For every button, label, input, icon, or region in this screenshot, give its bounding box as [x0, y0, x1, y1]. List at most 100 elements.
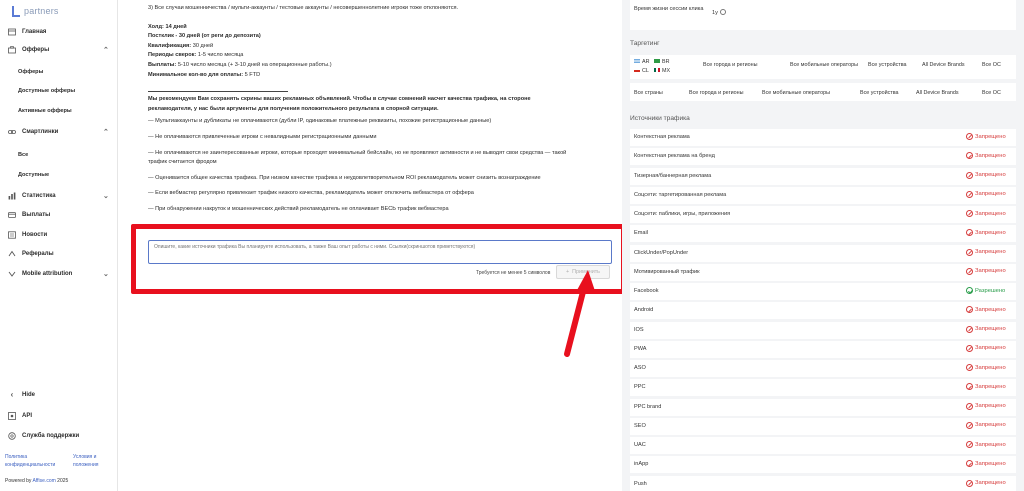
- traffic-source-row: PPC Запрещено: [630, 379, 1016, 397]
- traffic-source-row: Соцсети: таргетированная реклама Запрещен…: [630, 186, 1016, 204]
- referral-icon: [8, 250, 16, 258]
- traffic-source-name: Мотивированный трафик: [634, 268, 700, 275]
- traffic-source-status: Запрещено: [966, 402, 1006, 410]
- chevron-up-icon[interactable]: ⌃: [103, 46, 109, 54]
- traffic-source-status: Запрещено: [966, 171, 1006, 179]
- sidebar-item-label: Выплаты: [22, 212, 51, 218]
- targeting-devices: Все устройства: [868, 62, 907, 68]
- traffic-source-status: Запрещено: [966, 364, 1006, 371]
- traffic-source-status: Запрещено: [966, 190, 1006, 198]
- traffic-source-row: IOS Запрещено: [630, 321, 1016, 339]
- traffic-source-status: Запрещено: [966, 229, 1006, 237]
- forbidden-icon: [966, 479, 973, 487]
- periods-line: Периоды сверок: 1-5 число месяца: [148, 52, 244, 59]
- clock-icon: [719, 9, 726, 15]
- traffic-source-status: Запрещено: [966, 421, 1006, 429]
- hide-sidebar-button[interactable]: ‹ Hide: [0, 387, 118, 403]
- sidebar-item-mobile-attribution[interactable]: Mobile attribution ⌄: [0, 266, 118, 282]
- traffic-source-status: Запрещено: [966, 383, 1006, 391]
- traffic-source-name: Тизерная/баннерная реклама: [634, 172, 712, 179]
- logo-text: partners: [24, 6, 59, 16]
- forbidden-icon: [966, 306, 973, 314]
- traffic-source-name: Android: [634, 307, 654, 314]
- traffic-source-row: Тизерная/баннерная реклама Запрещено: [630, 167, 1016, 185]
- forbidden-icon: [966, 344, 973, 352]
- logo[interactable]: partners: [12, 4, 59, 18]
- traffic-source-status: Запрещено: [966, 306, 1006, 314]
- targeting-row: AR BR CL MX Все города и регионы Все моб…: [630, 55, 1016, 79]
- targeting-os: Все ОС: [982, 62, 1001, 68]
- traffic-source-status: Запрещено: [966, 152, 1006, 160]
- sidebar-subitem-offers[interactable]: Офферы: [0, 65, 118, 79]
- targeting-countries: Все страны: [634, 90, 663, 96]
- sidebar-item-referrals[interactable]: Рефералы: [0, 246, 118, 262]
- flag-cl-icon: [634, 68, 640, 72]
- hold-line: Холд: 14 дней: [148, 23, 187, 30]
- sidebar-item-home[interactable]: Главная: [0, 24, 118, 40]
- traffic-source-name: Facebook: [634, 288, 659, 294]
- traffic-source-name: PWA: [634, 345, 647, 352]
- sidebar-item-smartlinks[interactable]: Смартлинки ⌃: [0, 124, 118, 140]
- comment-min-length-hint: Требуется не менее 5 символов: [476, 270, 551, 276]
- traffic-source-row: PPC brand Запрещено: [630, 398, 1016, 416]
- traffic-source-status: Запрещено: [966, 133, 1006, 140]
- traffic-source-row: Мотивированный трафик Запрещено: [630, 263, 1016, 281]
- traffic-source-row: Контекстная реклама Запрещено: [630, 129, 1016, 146]
- country-mx: MX: [654, 68, 670, 74]
- rule-bullet: — При обнаружении накруток и мошенническ…: [148, 205, 449, 212]
- targeting-os: Все ОС: [982, 90, 1001, 96]
- sidebar-item-statistics[interactable]: Статистика ⌄: [0, 188, 118, 204]
- traffic-source-row: PWA Запрещено: [630, 340, 1016, 358]
- min-payout-line: Минимальное кол-во для оплаты: 5 FTD: [148, 71, 261, 78]
- traffic-source-status: Запрещено: [966, 460, 1006, 468]
- forbidden-icon: [966, 441, 973, 448]
- qualification-line: Квалификация: 30 дней: [148, 42, 214, 49]
- traffic-source-name: Контекстная реклама: [634, 134, 690, 140]
- targeting-brands: All Device Brands: [916, 90, 959, 96]
- traffic-source-row: Email Запрещено: [630, 225, 1016, 243]
- traffic-source-row: inApp Запрещено: [630, 456, 1016, 474]
- sidebar-subitem-available[interactable]: Доступные: [0, 168, 118, 182]
- traffic-source-name: SEO: [634, 422, 646, 429]
- support-icon: [8, 432, 16, 440]
- sidebar-item-label: Смартлинки: [22, 129, 59, 135]
- news-icon: [8, 231, 16, 239]
- chevron-up-icon[interactable]: ⌃: [103, 128, 109, 136]
- traffic-source-status: Запрещено: [966, 325, 1006, 333]
- sidebar-subitem-active-offers[interactable]: Активные офферы: [0, 104, 118, 118]
- fraud-line: 3) Все случаи мошенничества / мульти-акк…: [148, 5, 459, 11]
- sidebar-item-label: Новости: [22, 232, 48, 238]
- country-ar: AR: [634, 59, 650, 65]
- offer-terms-text: 3) Все случаи мошенничества / мульти-акк…: [148, 4, 568, 215]
- traffic-source-name: UAC: [634, 442, 646, 448]
- sidebar-item-payouts[interactable]: Выплаты: [0, 207, 118, 223]
- traffic-source-status: Запрещено: [966, 210, 1006, 217]
- logo-icon: [12, 5, 21, 17]
- sidebar-subitem-available-offers[interactable]: Доступные офферы: [0, 84, 118, 98]
- targeting-operators: Все мобильные операторы: [762, 90, 830, 96]
- traffic-source-status: Запрещено: [966, 479, 1006, 487]
- session-lifetime-row: Время жизни сессии клика 1y: [630, 0, 1016, 30]
- traffic-source-name: ClickUnder/PopUnder: [634, 249, 689, 256]
- sidebar-item-offers[interactable]: Офферы ⌃: [0, 42, 118, 58]
- traffic-source-name: Push: [634, 480, 647, 487]
- traffic-sources-comment-input[interactable]: [148, 240, 612, 264]
- sidebar-item-news[interactable]: Новости: [0, 227, 118, 243]
- affise-link[interactable]: Affise.com: [33, 478, 56, 484]
- chevron-down-icon[interactable]: ⌄: [103, 270, 109, 278]
- sidebar-subitem-all[interactable]: Все: [0, 148, 118, 162]
- targeting-operators: Все мобильные операторы: [790, 62, 858, 68]
- sidebar-item-label: Офферы: [22, 47, 50, 53]
- sidebar-item-label: Главная: [22, 29, 47, 35]
- chevron-down-icon[interactable]: ⌄: [103, 192, 109, 200]
- country-br: BR: [654, 59, 670, 65]
- link-icon: [8, 128, 16, 136]
- home-icon: [8, 28, 16, 36]
- sidebar-item-support[interactable]: Служба поддержки: [0, 428, 118, 444]
- sidebar-item-api[interactable]: API: [0, 408, 118, 424]
- offer-details-panel: Время жизни сессии клика 1y Таргетинг AR…: [622, 0, 1024, 491]
- terms-link[interactable]: Условия и положения: [73, 453, 118, 469]
- traffic-source-name: inApp: [634, 461, 649, 468]
- traffic-source-name: PPC brand: [634, 403, 662, 410]
- privacy-policy-link[interactable]: Политика конфиденциальности: [5, 453, 55, 469]
